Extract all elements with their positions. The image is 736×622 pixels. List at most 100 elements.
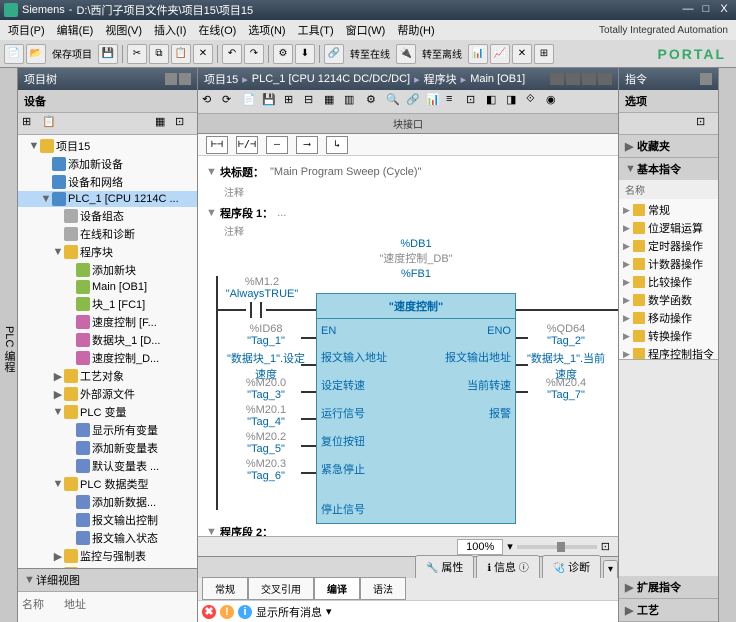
download-button[interactable]: ⬇	[295, 44, 315, 64]
open-project-button[interactable]: 📂	[26, 44, 46, 64]
tree-item[interactable]: 添加新数据...	[18, 493, 197, 511]
go-offline-icon[interactable]: 🔌	[396, 44, 416, 64]
et-14[interactable]: ⊡	[466, 93, 484, 111]
menu-online[interactable]: 在线(O)	[194, 20, 240, 40]
tab-properties[interactable]: 🔧 属性	[415, 555, 474, 578]
close-button[interactable]: X	[716, 3, 732, 17]
tab-diagnostics[interactable]: 🩺 诊断	[542, 555, 601, 578]
tree-collapse-icon[interactable]	[165, 73, 177, 85]
tree-item[interactable]: ▼PLC_1 [CPU 1214C ...	[18, 191, 197, 207]
right-side-tabs[interactable]	[718, 68, 736, 622]
tree-item[interactable]: 默认变量表 ...	[18, 457, 197, 475]
menu-help[interactable]: 帮助(H)	[393, 20, 438, 40]
interface-bar[interactable]: 块接口	[198, 114, 618, 134]
tree-item[interactable]: 报文输出控制	[18, 511, 197, 529]
tree-pin-icon[interactable]	[179, 73, 191, 85]
tree-item[interactable]: 设备组态	[18, 207, 197, 225]
tree-item[interactable]: 添加新块	[18, 261, 197, 279]
ctab-compile[interactable]: 编译	[314, 577, 360, 600]
tree-item[interactable]: ▶监控与强制表	[18, 547, 197, 565]
et-7[interactable]: ▦	[324, 93, 342, 111]
instr-folder[interactable]: ▶比较操作	[619, 273, 718, 291]
warning-icon[interactable]: !	[220, 605, 234, 619]
et-6[interactable]: ⊟	[304, 93, 322, 111]
cut-button[interactable]: ✂	[127, 44, 147, 64]
ctab-xref[interactable]: 交叉引用	[248, 577, 314, 600]
editor-max-icon[interactable]	[566, 73, 580, 85]
block-comment[interactable]: 注释	[206, 184, 610, 199]
et-17[interactable]: ⟐	[526, 93, 544, 111]
zoom-fit-icon[interactable]: ⊡	[601, 540, 610, 553]
zoom-slider[interactable]	[517, 545, 597, 549]
et-1[interactable]: ⟲	[202, 93, 220, 111]
menu-tools[interactable]: 工具(T)	[294, 20, 338, 40]
et-16[interactable]: ◨	[506, 93, 524, 111]
lad-coil[interactable]: —	[266, 136, 288, 154]
tree-item[interactable]: 设备和网络	[18, 173, 197, 191]
ctab-syntax[interactable]: 语法	[360, 577, 406, 600]
tree-item[interactable]: 在线和诊断	[18, 225, 197, 243]
instr-pin-icon[interactable]	[700, 73, 712, 85]
instr-folder[interactable]: ▶数学函数	[619, 291, 718, 309]
delete-button[interactable]: ✕	[193, 44, 213, 64]
msg-dropdown-icon[interactable]: ▾	[326, 605, 332, 618]
ctab-general[interactable]: 常规	[202, 577, 248, 600]
et-15[interactable]: ◧	[486, 93, 504, 111]
tb-extra2[interactable]: 📈	[490, 44, 510, 64]
nw2-expand-icon[interactable]: ▼	[206, 526, 220, 536]
et-13[interactable]: ≡	[446, 93, 464, 111]
tree-item[interactable]: 数据块_1 [D...	[18, 331, 197, 349]
tree-item[interactable]: 速度控制_D...	[18, 349, 197, 367]
tb-extra1[interactable]: 📊	[468, 44, 488, 64]
menu-edit[interactable]: 编辑(E)	[53, 20, 98, 40]
editor-canvas[interactable]: ▼ 块标题： "Main Program Sweep (Cycle)" 注释 ▼…	[198, 156, 618, 536]
basic-instr-header[interactable]: ▼基本指令	[619, 158, 718, 180]
tree-btn-4[interactable]: ⊡	[175, 115, 193, 133]
instr-folder[interactable]: ▶定时器操作	[619, 237, 718, 255]
et-3[interactable]: 📄	[242, 93, 260, 111]
et-18[interactable]: ◉	[546, 93, 564, 111]
compile-button[interactable]: ⚙	[273, 44, 293, 64]
undo-button[interactable]: ↶	[222, 44, 242, 64]
editor-min-icon[interactable]	[550, 73, 564, 85]
msg-filter[interactable]: 显示所有消息	[256, 604, 322, 620]
lad-jump[interactable]: ↳	[326, 136, 348, 154]
instr-folder[interactable]: ▶计数器操作	[619, 255, 718, 273]
save-label[interactable]: 保存项目	[48, 46, 96, 61]
tree-item[interactable]: 添加新变量表	[18, 439, 197, 457]
tree-btn-2[interactable]: 📋	[42, 115, 60, 133]
block-expand-icon[interactable]: ▼	[206, 166, 220, 178]
new-project-button[interactable]: 📄	[4, 44, 24, 64]
instr-folder[interactable]: ▶移动操作	[619, 309, 718, 327]
et-10[interactable]: 🔍	[386, 93, 404, 111]
zoom-value[interactable]: 100%	[457, 539, 503, 555]
save-button[interactable]: 💾	[98, 44, 118, 64]
et-12[interactable]: 📊	[426, 93, 444, 111]
go-online-label[interactable]: 转至在线	[346, 46, 394, 61]
tree-item[interactable]: ▼PLC 变量	[18, 403, 197, 421]
tree-item[interactable]: 速度控制 [F...	[18, 313, 197, 331]
tb-extra3[interactable]: ✕	[512, 44, 532, 64]
go-online-icon[interactable]: 🔗	[324, 44, 344, 64]
paste-button[interactable]: 📋	[171, 44, 191, 64]
tree-item[interactable]: 报文输入状态	[18, 529, 197, 547]
et-11[interactable]: 🔗	[406, 93, 424, 111]
zoom-dropdown-icon[interactable]: ▾	[507, 540, 513, 553]
menu-insert[interactable]: 插入(I)	[150, 20, 190, 40]
editor-close-icon[interactable]	[598, 73, 612, 85]
et-9[interactable]: ⚙	[366, 93, 384, 111]
et-4[interactable]: 💾	[262, 93, 280, 111]
instr-folder[interactable]: ▶转换操作	[619, 327, 718, 345]
editor-float-icon[interactable]	[582, 73, 596, 85]
lad-branch[interactable]: ⟶	[296, 136, 318, 154]
tree-item[interactable]: 添加新设备	[18, 155, 197, 173]
tree-item[interactable]: ▶工艺对象	[18, 367, 197, 385]
fb-call-box[interactable]: "速度控制" ENENO 报文输入地址报文输出地址 设定转速当前转速 运行信号报…	[316, 293, 516, 524]
lad-contact-nc[interactable]: ⊢/⊣	[236, 136, 258, 154]
tree-item[interactable]: Main [OB1]	[18, 279, 197, 295]
tab-collapse[interactable]: ▾	[603, 560, 618, 578]
left-side-tab[interactable]: PLC 编程	[0, 68, 18, 622]
menu-options[interactable]: 选项(N)	[244, 20, 289, 40]
detail-expand-icon[interactable]: ▼	[24, 574, 36, 586]
ladder-diagram[interactable]: %DB1 "速度控制_DB" %FB1 %M1.2 "AlwaysTRUE" "…	[206, 238, 610, 518]
